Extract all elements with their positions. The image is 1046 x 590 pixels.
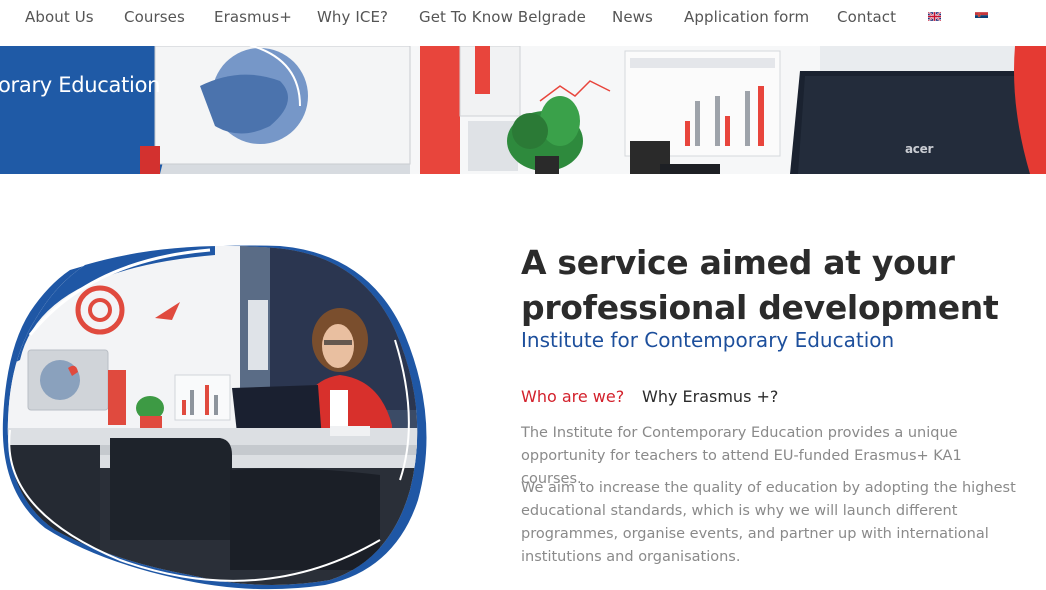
laptop-brand-logo: acer [905, 142, 934, 156]
nav-application-form[interactable]: Application form [684, 8, 809, 26]
tab-why-erasmus[interactable]: Why Erasmus +? [642, 387, 778, 406]
office-photo [2, 245, 427, 590]
headline-line-2: professional development [521, 288, 999, 327]
nav-why-ice[interactable]: Why ICE? [317, 8, 388, 26]
hero-banner: orary Education acer [0, 46, 1046, 174]
top-navigation: About Us Courses Erasmus+ Why ICE? Get T… [0, 0, 1046, 46]
uk-flag-icon[interactable] [928, 12, 941, 21]
serbia-flag-icon[interactable] [975, 12, 988, 21]
mission-paragraph: We aim to increase the quality of educat… [521, 480, 1016, 565]
nav-belgrade[interactable]: Get To Know Belgrade [419, 8, 586, 26]
headline-line-1: A service aimed at your [521, 243, 955, 282]
nav-news[interactable]: News [612, 8, 653, 26]
nav-courses[interactable]: Courses [124, 8, 185, 26]
nav-contact[interactable]: Contact [837, 8, 896, 26]
page-headline: A service aimed at your professional dev… [521, 240, 1041, 330]
nav-about-us[interactable]: About Us [25, 8, 94, 26]
hero-illustration [0, 46, 1046, 174]
tab-who-are-we[interactable]: Who are we? [521, 387, 624, 406]
hero-banner-text: orary Education [0, 73, 161, 97]
page-subheading: Institute for Contemporary Education [521, 328, 895, 352]
nav-erasmus[interactable]: Erasmus+ [214, 8, 292, 26]
